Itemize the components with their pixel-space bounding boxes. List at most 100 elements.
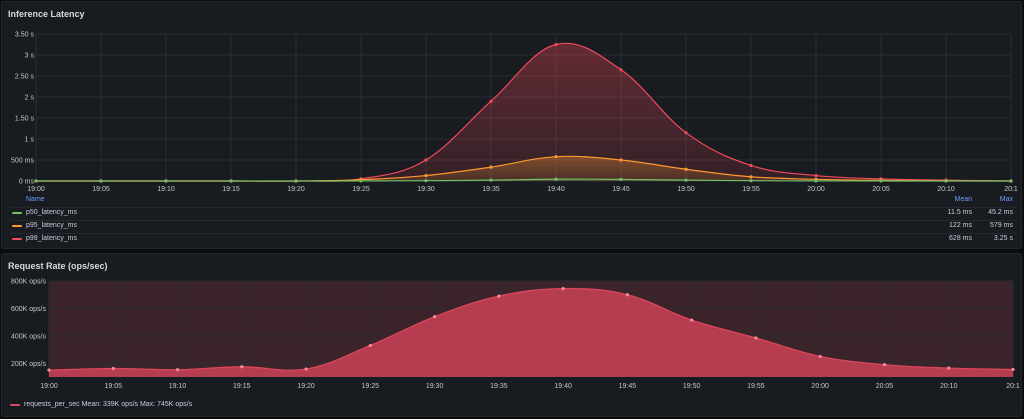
- legend-text-requests: requests_per_sec Mean: 339K ops/s Max: 7…: [24, 401, 193, 408]
- request-rate-panel: Request Rate (ops/sec) 200K ops/s 400K op…: [1, 253, 1022, 417]
- x-tick-label: 19:15: [222, 186, 240, 193]
- data-point-p50_latency_ms: [814, 179, 818, 183]
- y-tick-label: 1 s: [25, 137, 35, 144]
- data-point-requests_per_sec: [111, 366, 115, 371]
- x-tick-label: 19:10: [157, 186, 175, 193]
- data-point-p50_latency_ms: [424, 179, 428, 183]
- legend-row-p99[interactable]: p99_latency_ms 628 ms 3.25 s: [10, 234, 1018, 245]
- x-tick-label: 19:55: [747, 383, 765, 390]
- x-tick-label: 19:30: [426, 383, 444, 390]
- data-point-requests_per_sec: [947, 366, 951, 370]
- x-tick-label: 20:05: [876, 383, 894, 390]
- data-point-p50_latency_ms: [619, 177, 623, 182]
- x-tick-label: 20:1: [1004, 186, 1018, 193]
- data-point-requests_per_sec: [561, 286, 565, 291]
- y-tick-label: 3.50 s: [15, 32, 35, 39]
- x-tick-label: 19:55: [742, 186, 760, 193]
- legend-header-mean[interactable]: Mean: [954, 196, 972, 203]
- x-tick-label: 20:00: [807, 186, 825, 193]
- legend-row-p95[interactable]: p95_latency_ms 122 ms 579 ms: [10, 221, 1018, 232]
- data-point-requests_per_sec: [690, 318, 694, 322]
- data-point-requests_per_sec: [882, 363, 887, 367]
- x-tick-label: 19:00: [40, 383, 58, 390]
- data-point-p50_latency_ms: [164, 179, 168, 183]
- x-tick-label: 19:50: [683, 383, 701, 390]
- data-point-p99_latency_ms: [554, 42, 558, 47]
- y-tick-label: 2.50 s: [15, 74, 35, 81]
- data-point-requests_per_sec: [818, 354, 822, 359]
- x-tick-label: 19:10: [169, 383, 187, 390]
- x-tick-label: 19:50: [677, 186, 695, 193]
- data-point-p99_latency_ms: [814, 173, 818, 178]
- data-point-requests_per_sec: [240, 365, 244, 369]
- x-tick-label: 19:20: [287, 186, 305, 193]
- y-tick-label: 800K ops/s: [11, 279, 47, 286]
- data-point-p99_latency_ms: [684, 131, 688, 135]
- request-rate-chart: 200K ops/s 400K ops/s 600K ops/s 800K ops/s…: [11, 279, 1020, 391]
- data-point-p50_latency_ms: [489, 178, 493, 182]
- legend-swatch-p99: [12, 238, 22, 240]
- legend-max-p95: 579 ms: [990, 222, 1013, 229]
- latency-panel: Inference Latency 0 ms 500 ms 1 s 1.50 s2 s…: [1, 1, 1022, 249]
- data-point-p95_latency_ms: [684, 167, 688, 171]
- data-point-p50_latency_ms: [1009, 179, 1013, 183]
- data-point-p50_latency_ms: [34, 179, 38, 183]
- y-tick-label: 0 ms: [19, 179, 35, 186]
- data-point-requests_per_sec: [433, 315, 437, 319]
- legend-mean-p99: 628 ms: [949, 235, 972, 242]
- data-point-p50_latency_ms: [684, 178, 688, 182]
- data-point-p95_latency_ms: [749, 175, 753, 179]
- x-tick-label: 19:00: [27, 186, 45, 193]
- data-point-requests_per_sec: [625, 293, 630, 297]
- data-point-requests_per_sec: [368, 343, 372, 348]
- x-tick-label: 20:10: [940, 383, 958, 390]
- y-tick-label: 600K ops/s: [11, 306, 47, 313]
- data-point-requests_per_sec: [1011, 367, 1015, 372]
- x-tick-label: 19:45: [612, 186, 630, 193]
- x-tick-label: 19:35: [490, 383, 508, 390]
- x-tick-label: 19:20: [297, 383, 315, 390]
- x-tick-label: 19:25: [352, 186, 370, 193]
- legend-mean-p50: 11.5 ms: [947, 209, 972, 216]
- x-tick-label: 19:40: [554, 383, 572, 390]
- data-point-p95_latency_ms: [554, 155, 558, 159]
- legend-header-max[interactable]: Max: [1000, 196, 1013, 203]
- x-tick-label: 19:05: [105, 383, 123, 390]
- data-point-p99_latency_ms: [619, 68, 623, 72]
- x-tick-label: 20:05: [872, 186, 890, 193]
- x-tick-label: 19:40: [547, 186, 565, 193]
- x-tick-label: 19:05: [92, 186, 110, 193]
- legend-header-name[interactable]: Name: [26, 196, 45, 203]
- data-point-p50_latency_ms: [879, 179, 883, 183]
- series-area-p99_latency_ms: [36, 43, 1011, 182]
- data-point-p95_latency_ms: [619, 158, 623, 162]
- data-point-p95_latency_ms: [489, 165, 493, 169]
- x-tick-label: 20:00: [811, 383, 829, 390]
- y-tick-label: 200K ops/s: [11, 361, 47, 368]
- y-tick-label: 3 s: [25, 53, 35, 60]
- data-point-p50_latency_ms: [294, 179, 298, 183]
- y-tick-label: 1.50 s: [15, 116, 35, 123]
- legend-swatch-p95: [12, 225, 22, 227]
- data-point-requests_per_sec: [754, 336, 758, 340]
- y-tick-label: 2 s: [25, 95, 35, 102]
- x-tick-label: 19:15: [233, 383, 251, 390]
- legend-mean-p95: 122 ms: [949, 222, 972, 229]
- data-point-p99_latency_ms: [489, 99, 493, 103]
- data-point-p50_latency_ms: [944, 179, 948, 183]
- x-tick-label: 19:45: [619, 383, 637, 390]
- legend-swatch-requests: [10, 403, 20, 406]
- data-point-requests_per_sec: [47, 368, 51, 372]
- x-tick-label: 19:30: [417, 186, 435, 193]
- y-tick-label: 500 ms: [11, 158, 34, 165]
- data-point-p50_latency_ms: [229, 179, 233, 183]
- legend-row-p50[interactable]: p50_latency_ms 11.5 ms 45.2 ms: [10, 208, 1018, 219]
- x-tick-label: 20:1: [1006, 383, 1020, 390]
- legend-swatch-p50: [12, 212, 22, 214]
- legend-name-p95: p95_latency_ms: [26, 222, 77, 229]
- legend-row-requests[interactable]: requests_per_sec Mean: 339K ops/s Max: 7…: [10, 401, 192, 408]
- x-tick-label: 19:35: [482, 186, 500, 193]
- data-point-p50_latency_ms: [554, 177, 558, 181]
- data-point-p95_latency_ms: [424, 173, 428, 178]
- legend-name-p50: p50_latency_ms: [26, 209, 77, 216]
